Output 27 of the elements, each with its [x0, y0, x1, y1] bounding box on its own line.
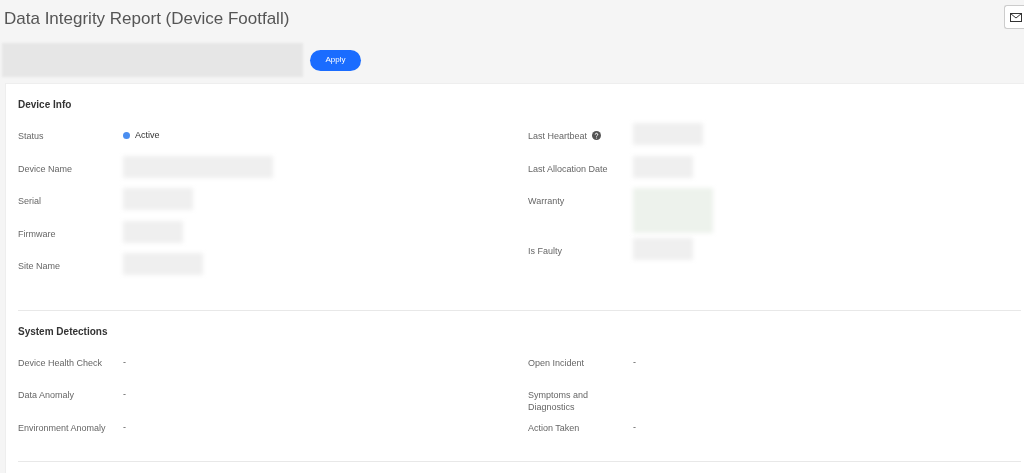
field-label: Data Anomaly: [18, 389, 75, 401]
mail-icon: [1009, 12, 1022, 22]
field-label: Serial: [18, 195, 41, 207]
field-value: -: [633, 355, 636, 368]
field-label: Action Taken: [528, 421, 580, 434]
apply-button[interactable]: Apply: [310, 49, 361, 71]
section-title: Device Info: [18, 98, 73, 112]
field-label: Symptoms and Diagnostics: [528, 389, 590, 413]
field-value: -: [123, 355, 126, 368]
field-label: Status: [18, 130, 44, 142]
field-label: Device Name: [18, 162, 73, 175]
field-label: Device Health Check: [18, 356, 103, 369]
field-value: -: [123, 388, 126, 400]
field-label: Last Heartbeat: [528, 130, 588, 142]
field-label: Site Name: [18, 260, 61, 272]
field-label: Environment Anomaly: [18, 421, 106, 434]
page-title: Data Integrity Report (Device Footfall): [4, 8, 290, 31]
mail-button[interactable]: [1004, 5, 1024, 29]
field-label: Warranty: [528, 195, 565, 207]
field-value: -: [123, 420, 126, 433]
field-label: Is Faulty: [528, 245, 562, 257]
field-label: Open Incident: [528, 356, 585, 369]
field-label: Last Allocation Date: [528, 162, 608, 175]
field-label: Firmware: [18, 227, 56, 240]
section-title: System Detections: [18, 324, 109, 339]
field-value: Active: [135, 129, 160, 141]
field-value: -: [633, 420, 636, 433]
